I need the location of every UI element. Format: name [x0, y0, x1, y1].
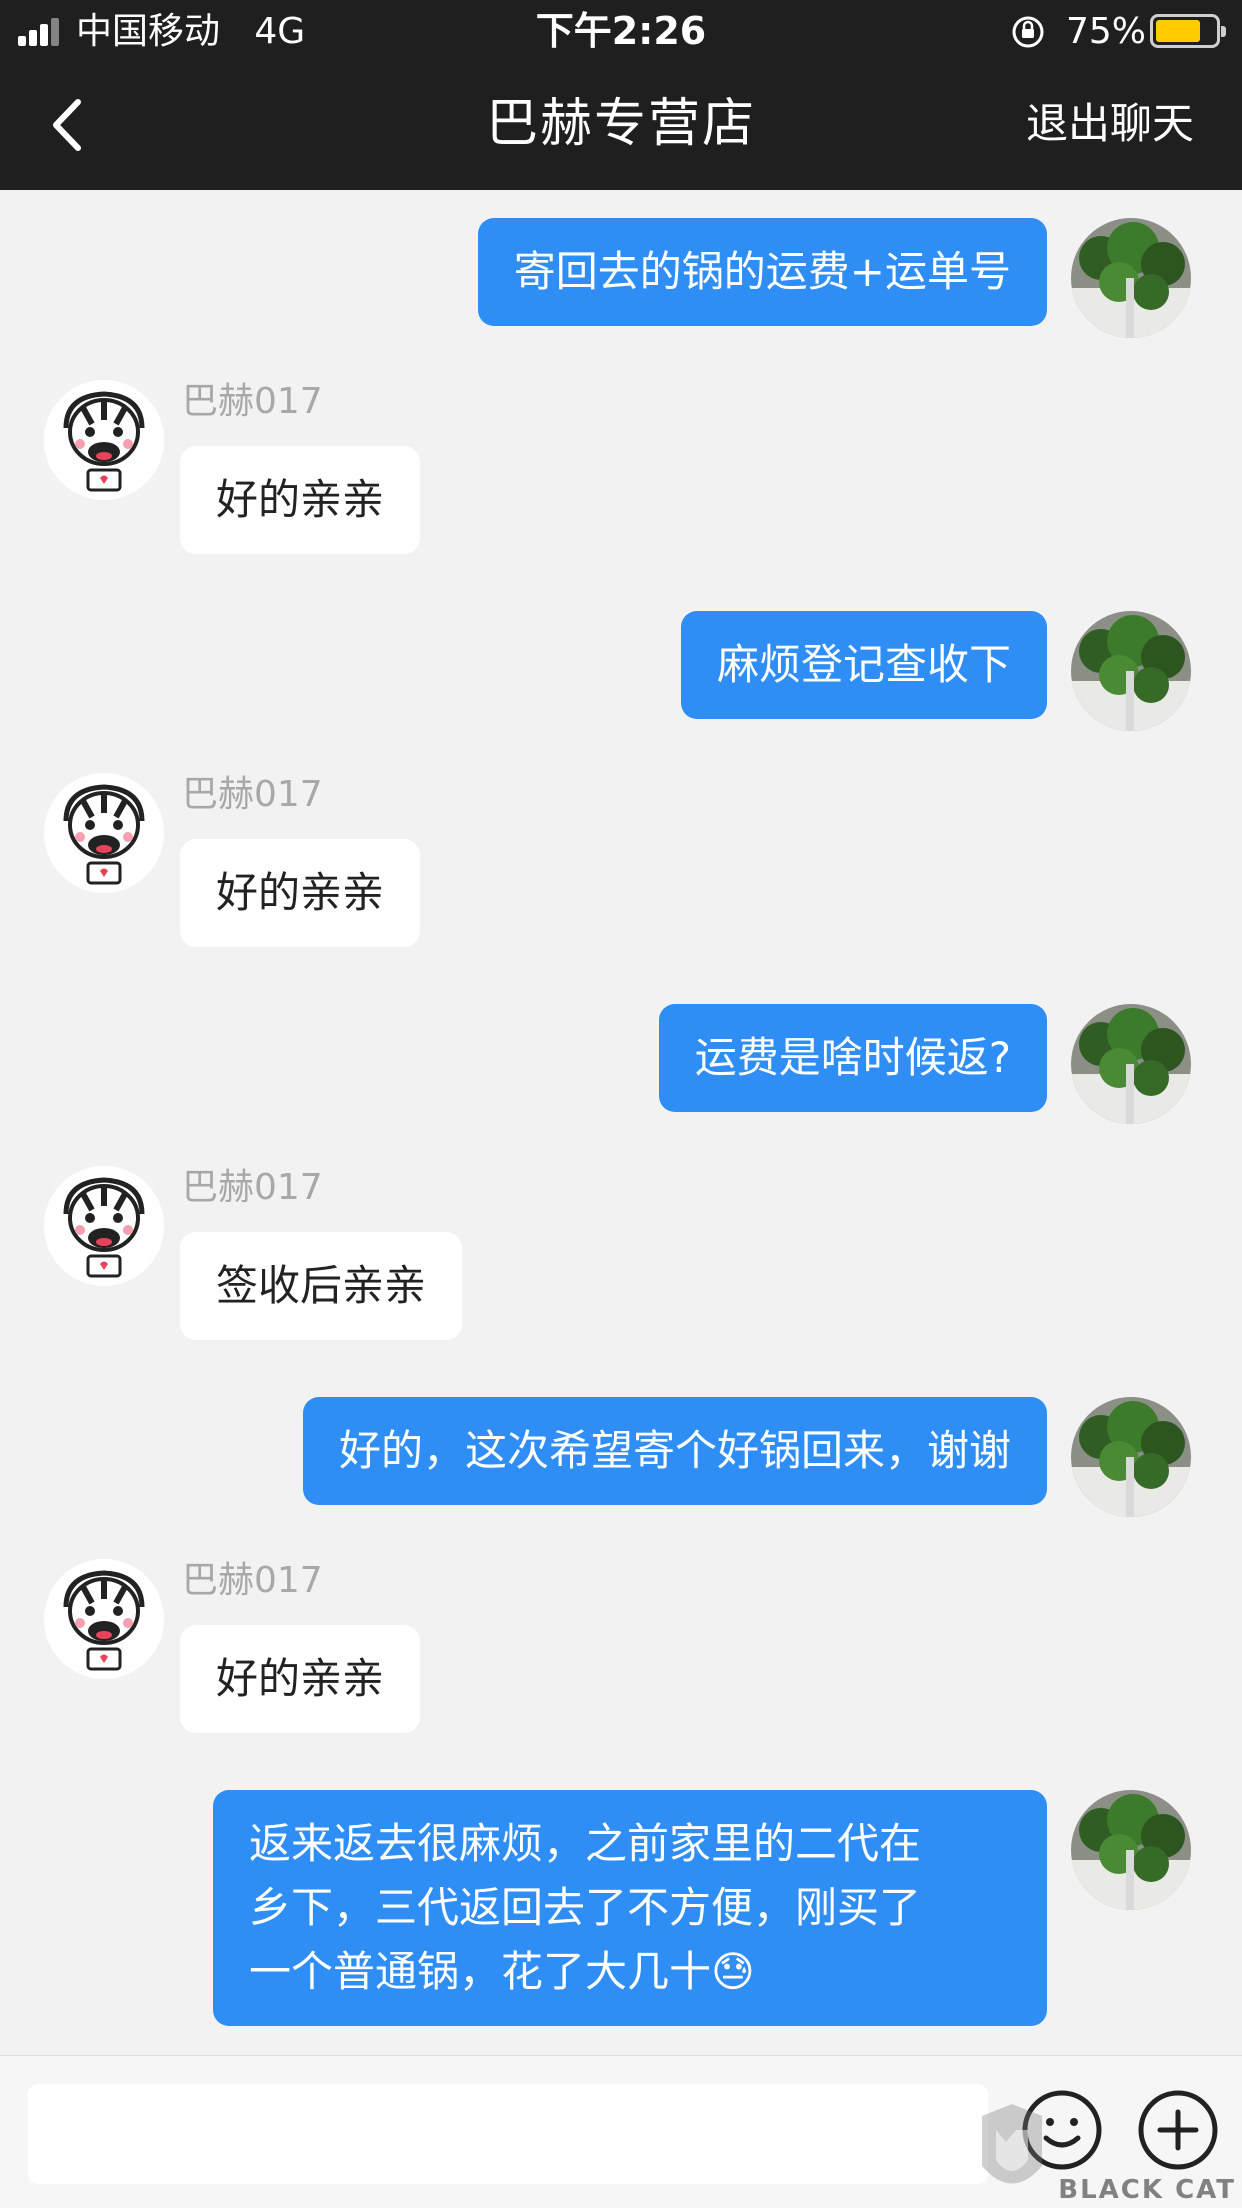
exit-chat-button[interactable]: 退出聊天: [1026, 98, 1194, 150]
shop-message-bubble[interactable]: 好的亲亲: [180, 446, 421, 554]
battery-percent: 75%: [1066, 11, 1147, 52]
my-avatar[interactable]: [1071, 611, 1191, 731]
status-time: 下午2:26: [535, 9, 707, 53]
shop-avatar[interactable]: [44, 1166, 164, 1286]
my-message-bubble[interactable]: 寄回去的锅的运费+运单号: [477, 218, 1047, 326]
watermark-text: BLACK CAT: [1058, 2175, 1236, 2205]
message-line: 乡下，三代返回去了不方便，刚买了: [249, 1883, 922, 1932]
nav-bar: 巴赫专营店 退出聊天: [0, 62, 1242, 190]
sender-name: 巴赫017: [182, 774, 323, 815]
sweat-emoji-icon: 😓: [711, 1947, 755, 1996]
plus-circle-icon[interactable]: [1136, 2088, 1220, 2172]
sender-name: 巴赫017: [182, 1560, 323, 1601]
rotation-lock-icon: [1012, 16, 1044, 48]
shop-avatar[interactable]: [44, 1559, 164, 1679]
message-line: 返来返去很麻烦，之前家里的二代在: [249, 1819, 922, 1868]
smiley-icon[interactable]: [1020, 2088, 1104, 2172]
shop-message-bubble[interactable]: 好的亲亲: [180, 1625, 421, 1733]
message-line-text: 一个普通锅，花了大几十: [249, 1947, 712, 1996]
top-bar: 中国移动 4G 下午2:26 75% 巴赫专营店 退出聊天: [0, 0, 1242, 190]
my-message-bubble[interactable]: 麻烦登记查收下: [680, 611, 1047, 719]
input-bar: BLACK CAT: [0, 2055, 1242, 2208]
sender-name: 巴赫017: [182, 1167, 323, 1208]
my-avatar[interactable]: [1071, 218, 1191, 338]
battery-fill: [1156, 20, 1200, 42]
my-avatar[interactable]: [1071, 1790, 1191, 1910]
shop-avatar[interactable]: [44, 773, 164, 893]
shop-message-bubble[interactable]: 好的亲亲: [180, 839, 421, 947]
my-avatar[interactable]: [1071, 1004, 1191, 1124]
shop-message-bubble[interactable]: 签收后亲亲: [180, 1232, 463, 1340]
my-message-bubble[interactable]: 运费是啥时候返?: [658, 1004, 1047, 1112]
my-message-bubble[interactable]: 返来返去很麻烦，之前家里的二代在 乡下，三代返回去了不方便，刚买了 一个普通锅，…: [213, 1790, 1047, 2026]
message-input[interactable]: [28, 2084, 988, 2184]
sender-name: 巴赫017: [182, 381, 323, 422]
battery-icon: [1150, 14, 1226, 48]
my-avatar[interactable]: [1071, 1397, 1191, 1517]
status-bar: 中国移动 4G 下午2:26 75%: [0, 0, 1242, 62]
chat-area[interactable]: 寄回去的锅的运费+运单号 巴赫017 好的亲亲 麻烦登记查收下 巴赫017 好的…: [0, 190, 1242, 2055]
my-message-bubble[interactable]: 好的，这次希望寄个好锅回来，谢谢: [302, 1397, 1047, 1505]
shop-avatar[interactable]: [44, 380, 164, 500]
message-line: 一个普通锅，花了大几十😓: [249, 1940, 1011, 2004]
